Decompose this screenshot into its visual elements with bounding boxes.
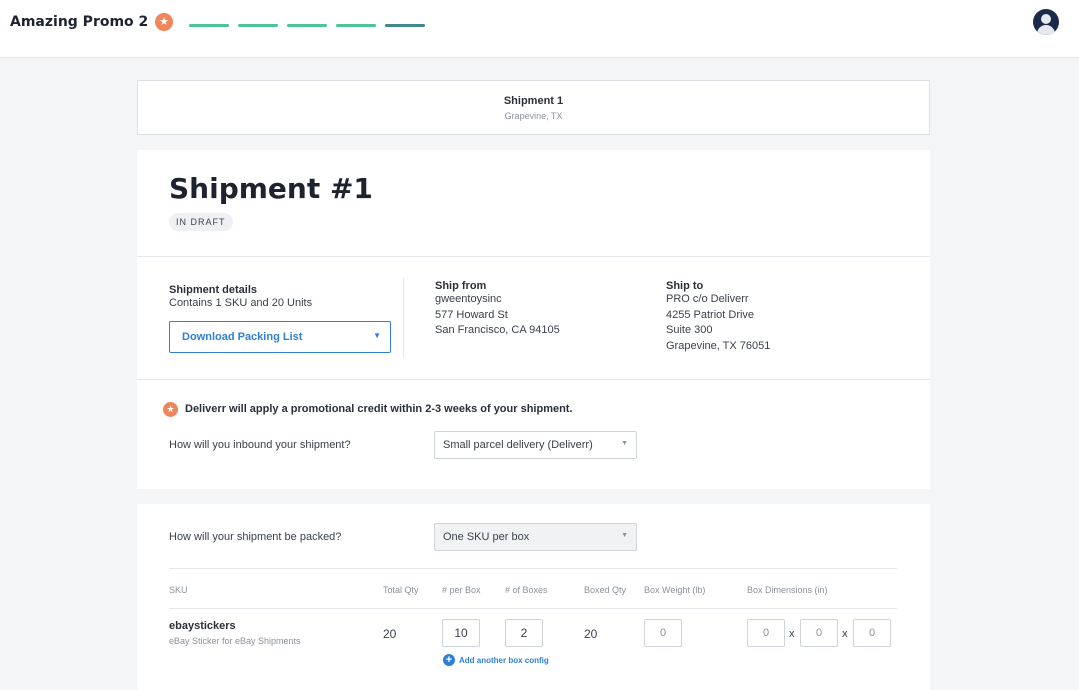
user-avatar-icon[interactable]	[1033, 9, 1059, 35]
box-length-input[interactable]: 0	[747, 619, 785, 647]
plus-circle-icon: +	[443, 654, 455, 666]
chevron-down-icon: ▼	[373, 331, 381, 340]
table-divider	[169, 568, 897, 569]
ship-from-label: Ship from	[435, 280, 487, 292]
app-title: Amazing Promo 2	[10, 14, 149, 30]
promo-message-text: Deliverr will apply a promotional credit…	[185, 403, 573, 415]
column-header-box-dimensions: Box Dimensions (in)	[747, 585, 828, 595]
packing-card: How will your shipment be packed? One SK…	[137, 504, 930, 690]
vertical-divider	[403, 278, 404, 358]
column-header-boxed-qty: Boxed Qty	[584, 585, 627, 595]
column-header-total-qty: Total Qty	[383, 585, 419, 595]
shipment-details: Shipment details Contains 1 SKU and 20 U…	[169, 284, 312, 312]
ship-to-line: PRO c/o Deliverr	[666, 293, 749, 305]
inbound-method-select[interactable]: Small parcel delivery (Deliverr) ▼	[434, 431, 637, 459]
dimension-separator: x	[842, 628, 848, 640]
packing-method-value: One SKU per box	[443, 531, 530, 543]
chevron-down-icon: ▼	[621, 532, 628, 539]
column-header-per-box: # per Box	[442, 585, 481, 595]
inbound-method-value: Small parcel delivery (Deliverr)	[443, 439, 593, 451]
progress-step-4[interactable]	[336, 24, 376, 27]
column-header-box-weight: Box Weight (lb)	[644, 585, 706, 595]
ship-to-line: Grapevine, TX 76051	[666, 339, 771, 352]
chevron-down-icon: ▼	[621, 440, 628, 447]
num-boxes-input[interactable]: 2	[505, 619, 543, 647]
shipment-tab-title: Shipment 1	[503, 95, 564, 107]
packing-question: How will your shipment be packed?	[169, 531, 342, 543]
progress-step-3[interactable]	[287, 24, 327, 27]
progress-step-5[interactable]	[385, 24, 425, 27]
box-weight-input[interactable]: 0	[644, 619, 682, 647]
ship-to-line: Suite 300	[666, 324, 713, 336]
progress-step-2[interactable]	[238, 24, 278, 27]
ship-to: Ship to PRO c/o Deliverr 4255 Patriot Dr…	[666, 280, 770, 354]
ship-to-line: 4255 Patriot Drive	[666, 308, 755, 321]
add-box-config-label: Add another box config	[459, 656, 549, 665]
star-badge-icon: ★	[163, 402, 178, 417]
column-header-num-boxes: # of Boxes	[505, 585, 548, 595]
shipment-tab-location: Grapevine, TX	[504, 111, 563, 121]
page-title: Shipment #1	[169, 172, 373, 205]
boxed-qty-value: 20	[584, 627, 598, 641]
shipment-tab[interactable]: Shipment 1 Grapevine, TX	[137, 80, 930, 135]
ship-from-line: gweentoysinc	[435, 293, 502, 305]
star-badge-icon: ★	[155, 13, 173, 31]
shipment-details-summary: Contains 1 SKU and 20 Units	[169, 297, 313, 309]
shipment-details-label: Shipment details	[169, 284, 258, 296]
sku-description: eBay Sticker for eBay Shipments	[169, 636, 301, 646]
packing-method-select[interactable]: One SKU per box ▼	[434, 523, 637, 551]
per-box-input[interactable]: 10	[442, 619, 480, 647]
top-bar: Amazing Promo 2 ★	[0, 0, 1079, 58]
ship-from: Ship from gweentoysinc 577 Howard St San…	[435, 280, 560, 339]
table-divider	[169, 608, 897, 609]
progress-step-1[interactable]	[189, 24, 229, 27]
column-header-sku: SKU	[169, 585, 188, 595]
ship-to-label: Ship to	[666, 280, 704, 292]
sku-name: ebaystickers	[169, 620, 236, 632]
divider	[137, 256, 930, 257]
status-badge: IN DRAFT	[169, 213, 233, 231]
total-qty-value: 20	[383, 627, 397, 641]
inbound-question: How will you inbound your shipment?	[169, 439, 351, 451]
box-width-input[interactable]: 0	[800, 619, 838, 647]
shipment-card: Shipment #1 IN DRAFT Shipment details Co…	[137, 150, 930, 489]
download-packing-list-label: Download Packing List	[182, 331, 303, 343]
download-packing-list-button[interactable]: Download Packing List ▼	[169, 321, 391, 353]
ship-from-line: San Francisco, CA 94105	[435, 324, 560, 336]
dimension-separator: x	[789, 628, 795, 640]
divider	[137, 379, 930, 380]
box-height-input[interactable]: 0	[853, 619, 891, 647]
ship-from-line: 577 Howard St	[435, 308, 508, 321]
